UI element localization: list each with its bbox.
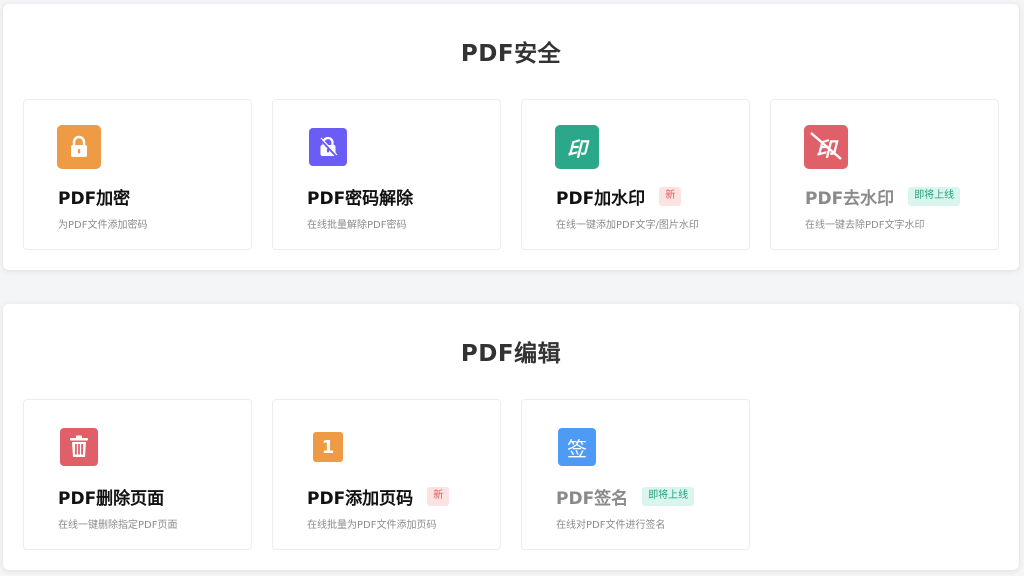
lock-icon	[57, 125, 101, 169]
card-description: 为PDF文件添加密码	[58, 220, 148, 231]
unlock-icon	[309, 128, 347, 166]
tool-card-pdf-encrypt[interactable]: PDF加密 为PDF文件添加密码	[23, 99, 252, 250]
card-title: PDF签名	[556, 489, 629, 509]
section-title: PDF编辑	[460, 341, 562, 367]
card-title: PDF密码解除	[307, 189, 414, 209]
new-badge: 新	[659, 187, 682, 206]
coming-soon-badge: 即将上线	[908, 187, 961, 206]
signature-icon: 签	[558, 428, 596, 466]
tool-card-pdf-delete-pages[interactable]: PDF删除页面 在线一键删除指定PDF页面	[23, 399, 252, 550]
section-pdf-security: PDF安全 PDF加密 为PDF文件添加密码 PDF密码解除 在线批量解除PDF…	[3, 4, 1019, 270]
card-description: 在线一键添加PDF文字/图片水印	[556, 220, 699, 231]
card-title: PDF去水印	[805, 189, 895, 209]
card-title: PDF加密	[58, 189, 131, 209]
coming-soon-badge: 即将上线	[642, 487, 695, 506]
card-description: 在线批量为PDF文件添加页码	[307, 520, 437, 531]
card-description: 在线批量解除PDF密码	[307, 220, 407, 231]
tool-card-pdf-decrypt[interactable]: PDF密码解除 在线批量解除PDF密码	[272, 99, 501, 250]
card-description: 在线对PDF文件进行签名	[556, 520, 666, 531]
card-description: 在线一键去除PDF文字水印	[805, 220, 925, 231]
page-number-icon: 1	[313, 432, 343, 462]
tool-card-pdf-sign[interactable]: 签 PDF签名 即将上线 在线对PDF文件进行签名	[521, 399, 750, 550]
stamp-remove-icon: 印	[804, 125, 848, 169]
section-pdf-edit: PDF编辑 PDF删除页面 在线一键删除指定PDF页面 1 PDF添加页码 新 …	[3, 304, 1019, 570]
trash-icon	[60, 428, 98, 466]
tool-card-pdf-remove-watermark[interactable]: 印 PDF去水印 即将上线 在线一键去除PDF文字水印	[770, 99, 999, 250]
card-title: PDF删除页面	[58, 489, 165, 509]
section-title: PDF安全	[460, 41, 562, 67]
card-description: 在线一键删除指定PDF页面	[58, 520, 178, 531]
tool-card-pdf-watermark[interactable]: 印 PDF加水印 新 在线一键添加PDF文字/图片水印	[521, 99, 750, 250]
tool-card-pdf-add-page-numbers[interactable]: 1 PDF添加页码 新 在线批量为PDF文件添加页码	[272, 399, 501, 550]
card-title: PDF添加页码	[307, 489, 414, 509]
new-badge: 新	[427, 487, 450, 506]
card-title: PDF加水印	[556, 189, 646, 209]
stamp-icon: 印	[555, 125, 599, 169]
